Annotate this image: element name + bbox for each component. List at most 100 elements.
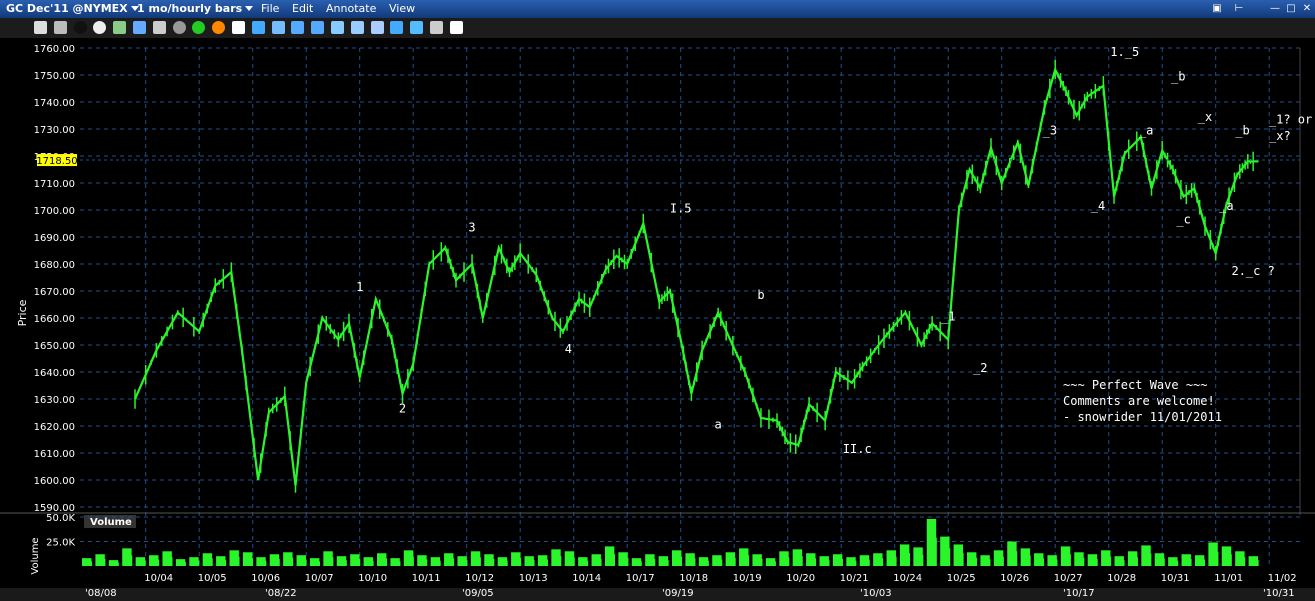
volume-bar xyxy=(383,558,388,566)
toolbar xyxy=(0,18,1315,39)
fib-icon[interactable] xyxy=(331,21,344,34)
volume-bar xyxy=(263,560,267,566)
y-tick-label: 1670.00 xyxy=(34,287,75,298)
x-tick-label: 10/18 xyxy=(679,573,708,584)
volume-bar xyxy=(960,553,964,566)
volume-bar xyxy=(423,559,428,566)
chart-grid xyxy=(0,38,1315,588)
undo-icon[interactable] xyxy=(291,21,305,34)
wave-label: _2 xyxy=(973,361,987,375)
volume-bar xyxy=(1174,560,1179,566)
volume-bar xyxy=(88,561,93,566)
volume-bar xyxy=(343,560,347,566)
volume-bar xyxy=(812,558,817,566)
circle-black-icon[interactable] xyxy=(73,21,87,34)
volume-bar xyxy=(517,557,522,566)
crosshair-icon[interactable] xyxy=(390,21,404,34)
x-tick-label: 10/26 xyxy=(1000,573,1029,584)
volume-bar xyxy=(1241,557,1246,566)
redo-icon[interactable] xyxy=(311,21,325,34)
wave-label: 1._5 xyxy=(1110,45,1139,59)
wave-label: _x xyxy=(1198,110,1212,124)
menu-edit[interactable]: Edit xyxy=(292,2,313,15)
volume-bar xyxy=(558,556,562,566)
volume-bar xyxy=(464,560,468,566)
timeframe-selector[interactable]: 1 mo/hourly bars xyxy=(137,2,254,15)
drawing-icon[interactable] xyxy=(271,21,285,34)
menu-file[interactable]: File xyxy=(261,2,279,15)
symbol-selector[interactable]: GC Dec'11 @NYMEX xyxy=(6,2,139,15)
y-tick-label: 1690.00 xyxy=(34,233,75,244)
price-chart[interactable]: 1760.001750.001740.001730.001720.001710.… xyxy=(0,38,1315,588)
channel-icon[interactable] xyxy=(350,21,364,34)
volume-bar xyxy=(531,560,535,566)
ball-icon[interactable] xyxy=(172,21,186,34)
grid-icon[interactable] xyxy=(53,21,67,34)
volume-bar xyxy=(785,557,790,566)
wrench-icon[interactable] xyxy=(430,21,443,34)
close-icon[interactable]: ✕ xyxy=(1300,3,1314,14)
chart-icon[interactable] xyxy=(133,21,146,34)
volume-bar xyxy=(1215,551,1219,566)
x-tick-label: 10/13 xyxy=(519,573,548,584)
volume-bar xyxy=(839,558,843,566)
volume-bar xyxy=(1188,558,1192,566)
volume-bar xyxy=(236,556,240,566)
volume-bar xyxy=(330,557,334,566)
pin-icon[interactable]: ⊢ xyxy=(1232,3,1246,14)
minimize-icon[interactable]: — xyxy=(1268,3,1282,14)
x-tick-label: 10/31 xyxy=(1161,573,1190,584)
volume-bar xyxy=(1228,554,1232,566)
title-bar: GC Dec'11 @NYMEX 1 mo/hourly bars File E… xyxy=(0,0,1315,18)
volume-bar xyxy=(1000,556,1004,566)
refresh-icon[interactable] xyxy=(410,21,424,34)
volume-bar xyxy=(745,555,750,566)
volume-bar xyxy=(222,560,227,566)
volume-bar xyxy=(1027,555,1031,566)
wave-label: a xyxy=(715,418,722,432)
line-tool-icon[interactable] xyxy=(370,21,384,34)
y-tick-label: 1610.00 xyxy=(34,449,75,460)
x-tick-label: 10/07 xyxy=(305,573,334,584)
dropdown-icon[interactable] xyxy=(449,21,463,34)
print-icon[interactable] xyxy=(34,21,47,34)
x-tick-label: 10/04 xyxy=(144,573,173,584)
y-axis-label: Price xyxy=(16,299,29,326)
cursor-icon[interactable] xyxy=(232,21,245,34)
volume-bar xyxy=(410,556,414,566)
x-tick-label: 10/27 xyxy=(1054,573,1083,584)
text-tool-icon[interactable] xyxy=(251,21,265,34)
timeline-strip[interactable]: '08/08 '08/22 '09/05 '09/19 '10/03 '10/17 '10/… xyxy=(0,588,1315,601)
maximize-icon[interactable]: □ xyxy=(1284,3,1298,14)
x-tick-label: 10/21 xyxy=(840,573,869,584)
x-tick-label: 10/10 xyxy=(358,573,387,584)
volume-bar xyxy=(1148,553,1152,566)
volume-bar xyxy=(584,560,589,566)
volume-bar xyxy=(1054,559,1058,566)
target-icon[interactable] xyxy=(212,21,226,34)
y-tick-label: 1620.00 xyxy=(34,422,75,433)
y-tick-label: 1710.00 xyxy=(34,179,75,190)
calculator-icon[interactable] xyxy=(113,21,127,34)
volume-bar xyxy=(115,562,119,566)
volume-bar xyxy=(946,548,951,566)
menu-view[interactable]: View xyxy=(389,2,415,15)
volume-bar xyxy=(477,557,481,566)
volume-bar xyxy=(276,558,280,566)
volume-bar xyxy=(450,558,455,566)
volume-tick-label: 50.0K xyxy=(46,513,75,524)
circle-white-icon[interactable] xyxy=(93,21,107,34)
volume-bar xyxy=(544,559,548,566)
layout-icon[interactable] xyxy=(152,21,166,34)
dollar-icon[interactable] xyxy=(192,21,206,34)
link-icon[interactable]: ▣ xyxy=(1210,3,1224,14)
y-tick-label: 1660.00 xyxy=(34,314,75,325)
wave-label: _1? or xyxy=(1269,113,1312,127)
volume-bar xyxy=(920,554,924,566)
wave-label: _c xyxy=(1176,213,1190,227)
x-tick-label: 10/24 xyxy=(893,573,922,584)
chart-background xyxy=(0,38,1315,588)
timeline-label: '10/31 xyxy=(1263,588,1295,599)
menu-annotate[interactable]: Annotate xyxy=(326,2,376,15)
volume-bar xyxy=(1080,557,1085,566)
